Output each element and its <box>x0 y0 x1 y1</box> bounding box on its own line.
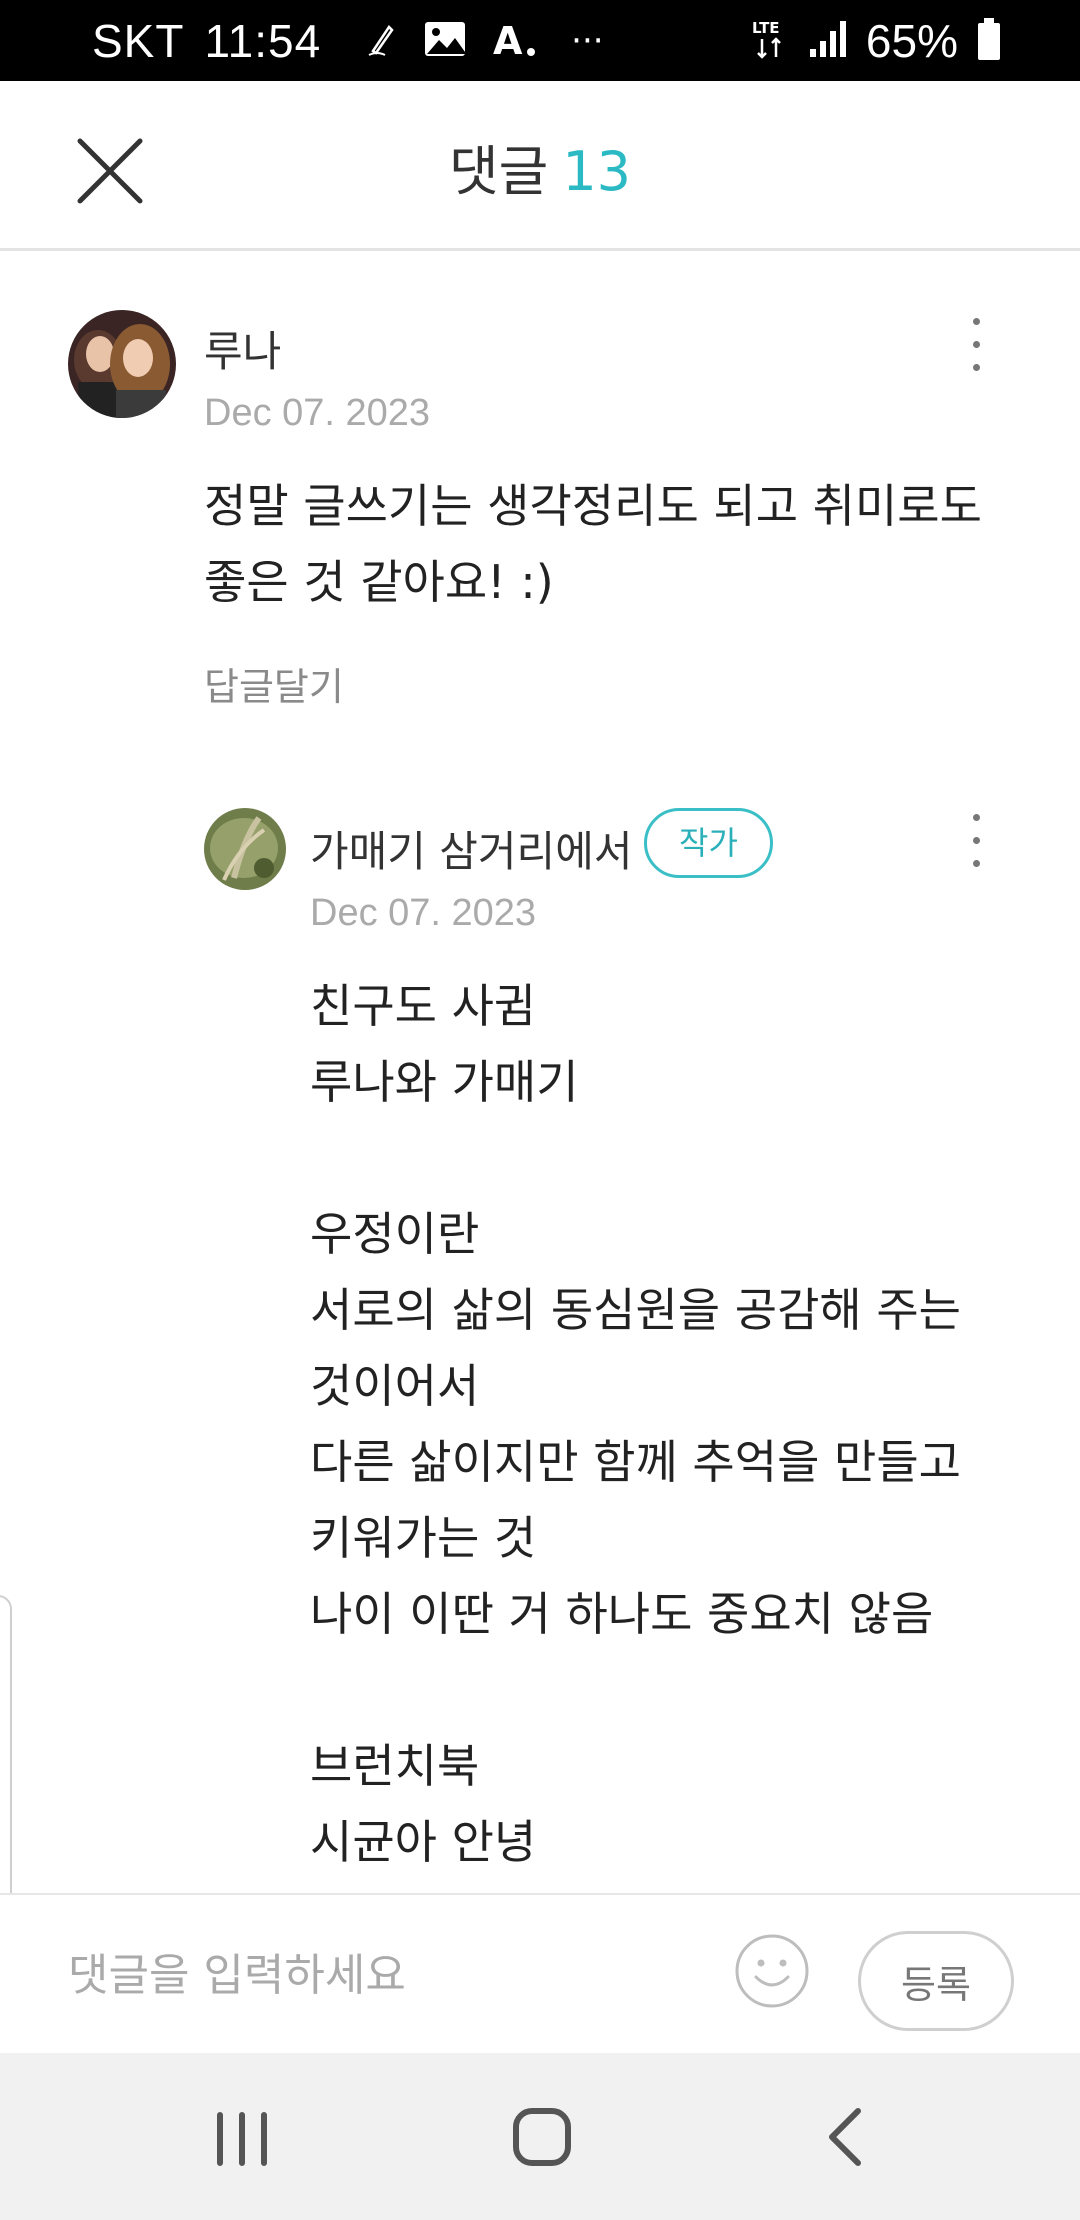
reply-author: 가매기 삼거리에서 <box>310 827 633 876</box>
kebab-dot <box>973 814 980 821</box>
recent-apps-icon <box>217 2112 267 2166</box>
lte-icon: LTE <box>750 17 790 65</box>
comments-header: 댓글 13 <box>0 81 1080 251</box>
back-icon <box>829 2108 861 2166</box>
submit-button[interactable]: 등록 <box>858 1931 1014 2031</box>
more-notifications-icon: ··· <box>571 20 604 61</box>
kebab-dot <box>973 318 980 325</box>
kebab-dot <box>973 837 980 844</box>
signal-icon <box>808 19 848 63</box>
smiley-icon <box>735 1934 809 2008</box>
carrier-label: SKT <box>92 14 185 67</box>
clock: 11:54 <box>204 14 322 67</box>
comment-text: 정말 글쓰기는 생각정리도 되고 취미로도 좋은 것 같아요! :) <box>204 479 982 609</box>
status-left: SKT 11:54 A ··· <box>92 0 604 81</box>
comment-date: Dec 07. 2023 <box>204 392 431 434</box>
status-bar: SKT 11:54 A ··· LTE 65% <box>0 0 1080 81</box>
reply-button[interactable]: 답글달기 <box>204 656 344 711</box>
system-navigation-bar <box>0 2053 1080 2220</box>
image-notification-icon <box>423 20 467 62</box>
emoji-button[interactable] <box>734 1933 810 2009</box>
pen-notification-icon <box>367 21 397 61</box>
page-title: 댓글 13 <box>0 127 1080 206</box>
kebab-dot <box>973 860 980 867</box>
more-options-button[interactable] <box>956 808 996 878</box>
reply-text: 친구도 사귐 루나와 가매기 우정이란 서로의 삶의 동심원을 공감해 주는 것… <box>310 979 961 1869</box>
recent-apps-button[interactable] <box>192 2093 292 2183</box>
kebab-dot <box>973 341 980 348</box>
avatar[interactable] <box>68 310 176 418</box>
comment-input-bar: 등록 <box>0 1893 1080 2053</box>
svg-text:A: A <box>493 20 523 58</box>
avatar[interactable] <box>204 808 286 890</box>
more-options-button[interactable] <box>956 312 996 382</box>
comment-author: 루나 <box>204 327 282 376</box>
battery-percent: 65% <box>865 14 958 67</box>
status-right: LTE 65% <box>750 0 1002 81</box>
author-badge: 작가 <box>644 808 773 878</box>
back-button[interactable] <box>796 2093 896 2183</box>
home-icon <box>513 2108 571 2166</box>
notification-icons: A ··· <box>367 19 604 63</box>
reply-date: Dec 07. 2023 <box>310 892 537 934</box>
kebab-dot <box>973 364 980 371</box>
comment-input[interactable] <box>68 1935 688 2015</box>
battery-icon <box>976 17 1002 65</box>
font-app-icon: A <box>493 19 539 63</box>
home-button[interactable] <box>492 2093 592 2183</box>
page-title-text: 댓글 <box>448 140 549 203</box>
comment-count: 13 <box>562 140 632 203</box>
svg-text:LTE: LTE <box>752 19 780 37</box>
